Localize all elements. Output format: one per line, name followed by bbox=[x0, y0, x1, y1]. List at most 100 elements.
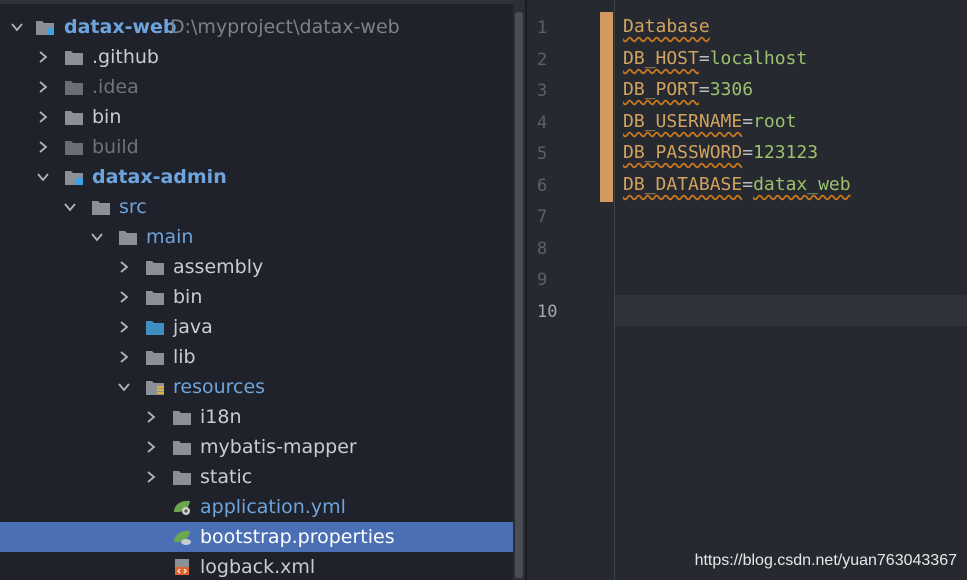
chevron-down-icon[interactable] bbox=[10, 20, 24, 34]
folder-icon bbox=[146, 261, 164, 275]
chevron-down-icon[interactable] bbox=[117, 380, 131, 394]
tree-item-label: main bbox=[146, 226, 194, 248]
tree-item-i18n[interactable]: i18n bbox=[0, 402, 513, 432]
chevron-down-icon[interactable] bbox=[63, 200, 77, 214]
tree-item-src[interactable]: src bbox=[0, 192, 513, 222]
tree-item-label: application.yml bbox=[200, 496, 346, 518]
tree-item-datax-admin[interactable]: datax-admin bbox=[0, 162, 513, 192]
line-number: 3 bbox=[537, 81, 548, 101]
property-value: datax_web bbox=[753, 174, 851, 195]
gutter-border bbox=[614, 0, 615, 580]
folder-icon bbox=[173, 471, 191, 485]
tree-item-assembly[interactable]: assembly bbox=[0, 252, 513, 282]
tree-item-label: bin bbox=[173, 286, 203, 308]
tree-item-mybatis-mapper[interactable]: mybatis-mapper bbox=[0, 432, 513, 462]
tree-item-java[interactable]: java bbox=[0, 312, 513, 342]
root-module-name: datax-web bbox=[64, 16, 177, 38]
chevron-right-icon[interactable] bbox=[36, 80, 50, 94]
chevron-right-icon[interactable] bbox=[117, 350, 131, 364]
resources-folder-icon bbox=[146, 381, 164, 395]
property-separator: = bbox=[698, 79, 710, 100]
property-value: root bbox=[753, 111, 797, 132]
code-line: DB_DATABASE=datax_web bbox=[623, 174, 851, 196]
tree-item-static[interactable]: static bbox=[0, 462, 513, 492]
line-number: 7 bbox=[537, 207, 548, 227]
tool-window-header bbox=[0, 0, 513, 4]
line-number: 8 bbox=[537, 239, 548, 259]
line-number: 5 bbox=[537, 144, 548, 164]
line-number: 1 bbox=[537, 18, 548, 38]
tree-item-application-yml[interactable]: application.yml bbox=[0, 492, 513, 522]
property-key: DB_USERNAME bbox=[623, 111, 743, 132]
chevron-right-icon[interactable] bbox=[36, 140, 50, 154]
property-key: Database bbox=[623, 16, 710, 37]
tree-item-label: assembly bbox=[173, 256, 264, 278]
chevron-right-icon[interactable] bbox=[144, 470, 158, 484]
tree-item-label: .github bbox=[92, 46, 159, 68]
tree-item-label: mybatis-mapper bbox=[200, 436, 357, 458]
tree-item-main[interactable]: main bbox=[0, 222, 513, 252]
tree-item-label: bin bbox=[92, 106, 122, 128]
property-key: DB_PORT bbox=[623, 79, 699, 100]
tree-item-label: logback.xml bbox=[200, 556, 316, 578]
folder-icon bbox=[92, 201, 110, 215]
tree-item-build[interactable]: build bbox=[0, 132, 513, 162]
property-value: localhost bbox=[709, 48, 808, 69]
code-line: DB_PASSWORD=123123 bbox=[623, 142, 818, 164]
line-number: 4 bbox=[537, 113, 548, 133]
tree-item-bin[interactable]: bin bbox=[0, 102, 513, 132]
tree-item-label: java bbox=[173, 316, 213, 338]
module-folder-icon bbox=[65, 171, 83, 185]
tree-item-label: datax-admin bbox=[92, 166, 227, 188]
tree-item-main-bin[interactable]: bin bbox=[0, 282, 513, 312]
scrollbar-thumb[interactable] bbox=[515, 12, 523, 578]
property-separator: = bbox=[698, 48, 710, 69]
folder-icon bbox=[65, 111, 83, 125]
line-number-current: 10 bbox=[537, 302, 558, 322]
line-number: 6 bbox=[537, 176, 548, 196]
folder-icon bbox=[65, 141, 83, 155]
yml-file-icon bbox=[174, 500, 190, 515]
xml-file-icon bbox=[175, 559, 189, 575]
property-key: DB_HOST bbox=[623, 48, 699, 69]
tree-item-label: bootstrap.properties bbox=[200, 526, 395, 548]
chevron-right-icon[interactable] bbox=[117, 320, 131, 334]
code-line: DB_USERNAME=root bbox=[623, 111, 796, 133]
tree-item-label: .idea bbox=[92, 76, 139, 98]
property-value: 123123 bbox=[753, 142, 819, 163]
chevron-down-icon[interactable] bbox=[90, 230, 104, 244]
project-scrollbar[interactable] bbox=[513, 0, 525, 580]
property-separator: = bbox=[742, 174, 754, 195]
vcs-change-marker[interactable] bbox=[600, 12, 613, 202]
tree-item-logback-xml[interactable]: logback.xml bbox=[0, 552, 513, 580]
tree-item-label: src bbox=[119, 196, 147, 218]
tree-item-github[interactable]: .github bbox=[0, 42, 513, 72]
code-line: DB_HOST=localhost bbox=[623, 48, 807, 70]
module-folder-icon bbox=[36, 21, 54, 35]
editor-gutter: 1 2 3 4 5 6 7 8 9 10 bbox=[527, 0, 614, 580]
tree-item-label: i18n bbox=[200, 406, 242, 428]
tree-item-bootstrap-properties[interactable]: bootstrap.properties bbox=[0, 522, 513, 552]
chevron-right-icon[interactable] bbox=[36, 110, 50, 124]
chevron-right-icon[interactable] bbox=[144, 410, 158, 424]
source-folder-icon bbox=[146, 321, 164, 335]
line-number: 2 bbox=[537, 50, 548, 70]
tree-item-lib[interactable]: lib bbox=[0, 342, 513, 372]
watermark: https://blog.csdn.net/yuan763043367 bbox=[694, 552, 957, 569]
chevron-down-icon[interactable] bbox=[36, 170, 50, 184]
properties-file-icon bbox=[174, 530, 191, 545]
code-line: Database bbox=[623, 16, 710, 38]
root-module-path: D:\myproject\datax-web bbox=[170, 16, 400, 38]
folder-icon bbox=[173, 411, 191, 425]
chevron-right-icon[interactable] bbox=[144, 440, 158, 454]
code-editor[interactable]: 1 2 3 4 5 6 7 8 9 10 Database DB_HOST=lo… bbox=[527, 0, 967, 580]
chevron-right-icon[interactable] bbox=[36, 50, 50, 64]
property-value: 3306 bbox=[709, 79, 754, 100]
chevron-right-icon[interactable] bbox=[117, 290, 131, 304]
chevron-right-icon[interactable] bbox=[117, 260, 131, 274]
tree-item-idea[interactable]: .idea bbox=[0, 72, 513, 102]
tree-item-label: static bbox=[200, 466, 253, 488]
tree-item-resources[interactable]: resources bbox=[0, 372, 513, 402]
property-key: DB_PASSWORD bbox=[623, 142, 743, 163]
tree-root-datax-web[interactable]: datax-web D:\myproject\datax-web bbox=[0, 12, 513, 42]
